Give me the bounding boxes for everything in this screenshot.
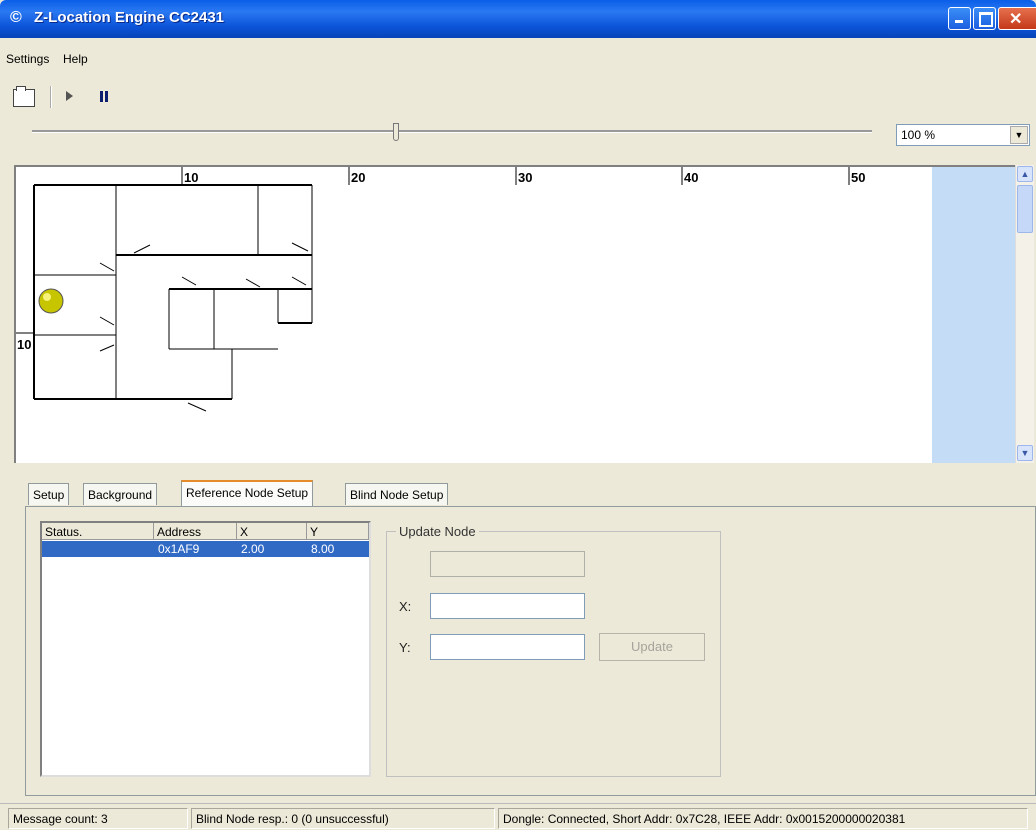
pause-icon[interactable]: [100, 91, 109, 102]
status-dongle: Dongle: Connected, Short Addr: 0x7C28, I…: [498, 808, 1028, 829]
toolbar: [0, 81, 1036, 111]
cell-y: 8.00: [311, 542, 335, 556]
open-icon[interactable]: [13, 86, 35, 107]
x-label: X:: [399, 599, 412, 614]
window-title: Z-Location Engine CC2431: [34, 9, 225, 26]
scroll-down-icon[interactable]: ▼: [1017, 445, 1033, 461]
map-unused-area: [932, 167, 1018, 463]
map-scrollbar[interactable]: ▲ ▼: [1015, 165, 1034, 463]
menu-bar: Settings Help: [0, 49, 1036, 71]
update-button[interactable]: Update: [599, 633, 705, 661]
play-icon[interactable]: [66, 91, 73, 101]
y-label: Y:: [399, 640, 411, 655]
ruler-label: 20: [351, 170, 366, 185]
floor-plan: [16, 167, 850, 412]
title-bar[interactable]: © Z-Location Engine CC2431 ✕: [0, 0, 1036, 38]
status-blind-node: Blind Node resp.: 0 (0 unsuccessful): [191, 808, 495, 829]
ruler-label: 10: [17, 337, 32, 352]
tab-setup[interactable]: Setup: [28, 483, 70, 505]
status-message-count: Message count: 3: [8, 808, 188, 829]
table-row[interactable]: 0x1AF9 2.00 8.00: [42, 541, 369, 557]
scroll-thumb[interactable]: [1017, 185, 1033, 233]
marker-highlight: [43, 293, 51, 301]
reference-node-list[interactable]: Status. Address X Y 0x1AF9 2.00 8.00: [40, 521, 371, 777]
zoom-slider-track[interactable]: [32, 130, 872, 133]
zoom-select[interactable]: 100 % ▼: [896, 124, 1030, 146]
chevron-down-icon[interactable]: ▼: [1010, 126, 1028, 144]
tab-reference-node-setup[interactable]: Reference Node Setup: [181, 480, 314, 507]
column-header-x[interactable]: X: [237, 523, 307, 540]
status-bar: Message count: 3 Blind Node resp.: 0 (0 …: [0, 803, 1036, 830]
zoom-value: 100 %: [901, 128, 936, 142]
column-header-address[interactable]: Address: [154, 523, 237, 540]
app-icon: ©: [10, 9, 22, 26]
tab-background[interactable]: Background: [83, 483, 158, 505]
menu-settings[interactable]: Settings: [6, 52, 49, 66]
x-input[interactable]: [430, 593, 585, 619]
ruler-label: 10: [184, 170, 199, 185]
maximize-button[interactable]: [973, 7, 996, 30]
tab-panel: Status. Address X Y 0x1AF9 2.00 8.00 Upd…: [25, 506, 1036, 796]
ruler-label: 50: [851, 170, 866, 185]
blind-node-marker: [38, 288, 64, 314]
column-header-y[interactable]: Y: [307, 523, 369, 540]
ruler-label: 30: [518, 170, 533, 185]
y-input[interactable]: [430, 634, 585, 660]
group-title: Update Node: [396, 524, 479, 539]
cell-address: 0x1AF9: [158, 542, 200, 556]
cell-x: 2.00: [241, 542, 265, 556]
column-header-status[interactable]: Status.: [42, 523, 154, 540]
toolbar-separator: [50, 86, 52, 108]
scroll-up-icon[interactable]: ▲: [1017, 166, 1033, 182]
minimize-button[interactable]: [948, 7, 971, 30]
menu-help[interactable]: Help: [63, 52, 88, 66]
node-name-field: [430, 551, 585, 577]
ruler-label: 40: [684, 170, 699, 185]
close-button[interactable]: ✕: [998, 7, 1036, 30]
zoom-slider-thumb[interactable]: [393, 123, 399, 141]
tab-blind-node-setup[interactable]: Blind Node Setup: [345, 483, 449, 505]
map-canvas[interactable]: 10 20 30 40 50 10: [14, 165, 1018, 463]
